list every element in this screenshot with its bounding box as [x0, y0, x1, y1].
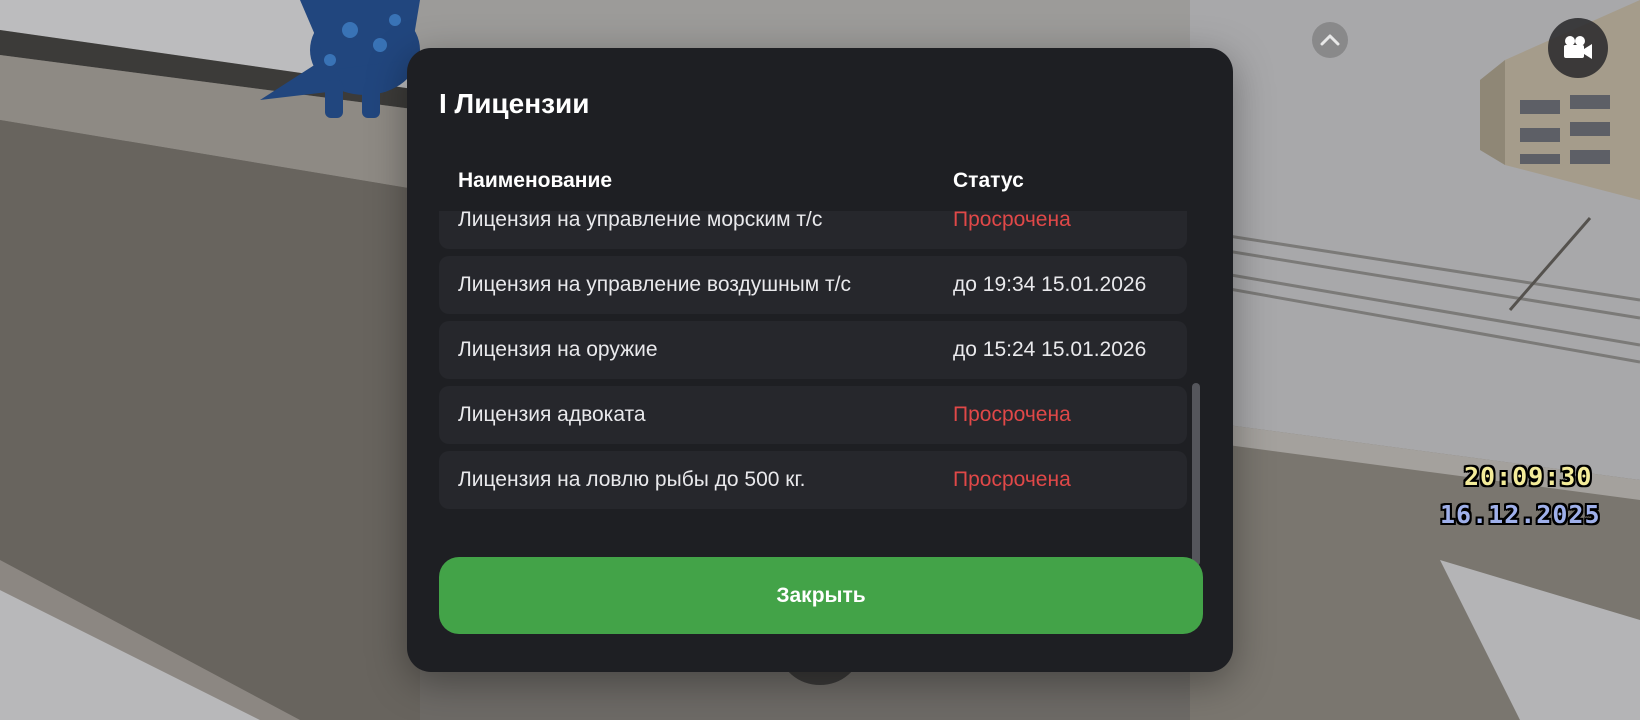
license-status: Просрочена — [953, 403, 1071, 426]
license-status: до 15:24 15.01.2026 — [953, 338, 1147, 361]
video-camera-icon — [1564, 36, 1592, 59]
license-row: Лицензия на управление воздушным т/с до … — [439, 256, 1187, 314]
collapse-hud-button[interactable] — [1312, 22, 1348, 58]
license-name: Лицензия на ловлю рыбы до 500 кг. — [458, 468, 806, 491]
close-button[interactable]: Закрыть — [439, 557, 1203, 634]
license-row: Лицензия адвоката Просрочена — [439, 386, 1187, 444]
license-row: Лицензия на ловлю рыбы до 500 кг. Просро… — [439, 451, 1187, 509]
licenses-list-content: Лицензия на управление морским т/с Проср… — [439, 211, 1187, 516]
license-status: до 19:34 15.01.2026 — [953, 273, 1147, 296]
column-header-name: Наименование — [458, 169, 613, 192]
column-header-status: Статус — [953, 169, 1024, 192]
license-name: Лицензия на управление морским т/с — [458, 211, 823, 231]
license-name: Лицензия на управление воздушным т/с — [458, 273, 851, 296]
license-row: Лицензия на оружие до 15:24 15.01.2026 — [439, 321, 1187, 379]
camera-view-button[interactable] — [1548, 18, 1608, 78]
license-name: Лицензия адвоката — [458, 403, 646, 426]
game-clock-time: 20:09:30 — [1464, 462, 1593, 491]
dialog-title: I Лицензии — [439, 88, 590, 119]
license-status: Просрочена — [953, 468, 1071, 491]
licenses-list[interactable]: Лицензия на управление морским т/с Проср… — [439, 211, 1187, 566]
game-screen: 20:09:30 16.12.2025 I Лицензии Наименова… — [0, 0, 1640, 720]
license-row: Лицензия на управление морским т/с Проср… — [439, 211, 1187, 249]
license-name: Лицензия на оружие — [458, 338, 658, 361]
scrollbar-thumb[interactable] — [1192, 383, 1200, 566]
game-clock-date: 16.12.2025 — [1440, 500, 1601, 529]
license-status: Просрочена — [953, 211, 1071, 231]
licenses-dialog: I Лицензии Наименование Статус Лицензия … — [407, 48, 1233, 672]
chevron-up-icon — [1320, 34, 1340, 46]
